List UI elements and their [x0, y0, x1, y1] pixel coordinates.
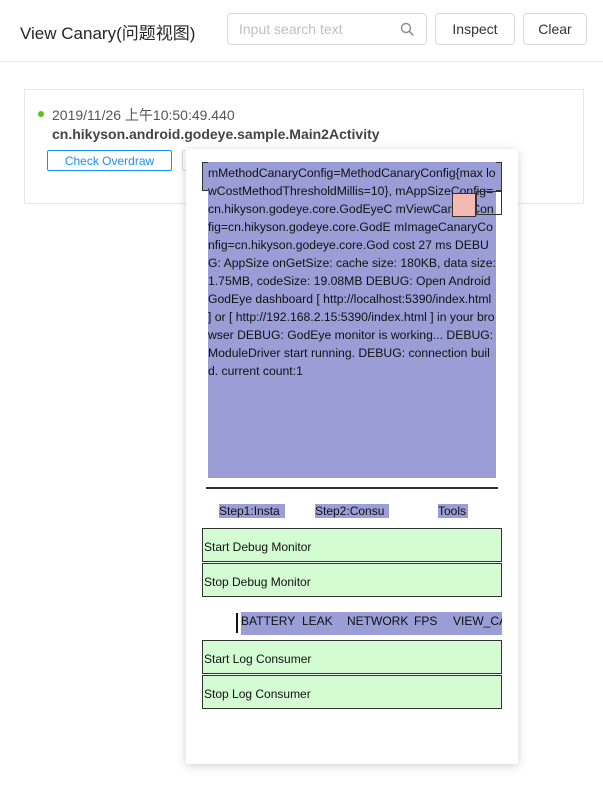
stop-debug-monitor-button[interactable]: Stop Debug Monitor — [202, 563, 502, 597]
inspect-button[interactable]: Inspect — [435, 13, 515, 45]
module-tab-fps[interactable]: FPS — [414, 613, 437, 630]
page-title: View Canary(问题视图) — [20, 24, 196, 43]
record-timestamp: 2019/11/26 上午10:50:49.440 — [52, 107, 235, 123]
overlap-region — [476, 191, 502, 215]
check-overdraw-button[interactable]: Check Overdraw — [47, 150, 172, 171]
start-log-consumer-button[interactable]: Start Log Consumer — [202, 640, 502, 674]
search-icon[interactable] — [400, 22, 414, 36]
module-tab-bar: BATTERY LEAK NETWORK FPS VIEW_CA — [241, 612, 502, 635]
module-tab-view-canary[interactable]: VIEW_CA — [453, 613, 502, 630]
header-bar: View Canary(问题视图) Inspect Clear — [0, 0, 603, 62]
clear-button[interactable]: Clear — [523, 13, 587, 45]
activity-name: cn.hikyson.android.godeye.sample.Main2Ac… — [52, 126, 380, 142]
tab-step1[interactable]: Step1:Insta — [219, 504, 285, 518]
status-dot — [38, 111, 44, 117]
tab-step2[interactable]: Step2:Consu — [315, 504, 389, 518]
tab-tools[interactable]: Tools — [438, 504, 468, 518]
search-input[interactable] — [228, 14, 398, 44]
module-tab-battery[interactable]: BATTERY — [241, 613, 295, 630]
search-box[interactable] — [227, 13, 427, 45]
module-tab-leak[interactable]: LEAK — [302, 613, 333, 630]
start-debug-monitor-button[interactable]: Start Debug Monitor — [202, 528, 502, 562]
preview-divider — [206, 487, 498, 489]
stop-log-consumer-button[interactable]: Stop Log Consumer — [202, 675, 502, 709]
module-tab-network[interactable]: NETWORK — [347, 613, 408, 630]
overdraw-highlight — [452, 193, 476, 217]
scroll-indicator — [236, 613, 238, 633]
